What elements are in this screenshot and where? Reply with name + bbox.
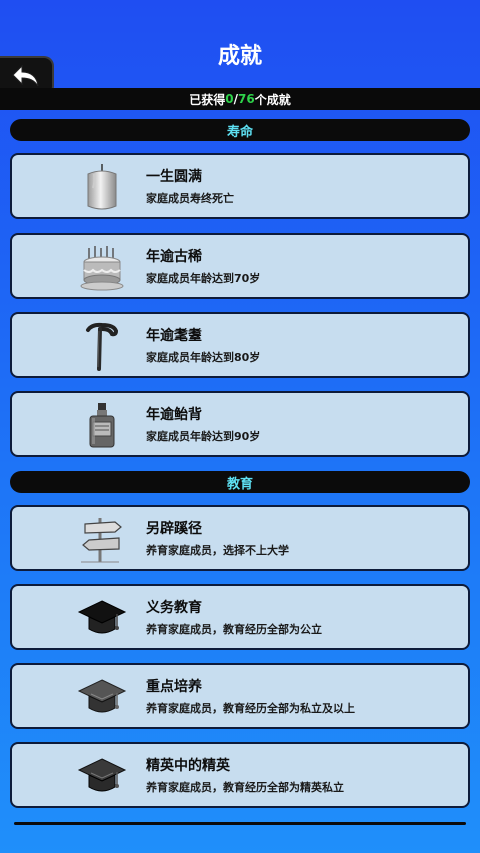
section-header-education: 教育 <box>10 471 470 493</box>
achievement-desc: 家庭成员年龄达到90岁 <box>146 430 261 443</box>
achievement-desc: 养育家庭成员，教育经历全部为私立及以上 <box>146 702 355 715</box>
achievement-title: 义务教育 <box>146 600 202 616</box>
birthday-cake-icon <box>76 242 128 292</box>
graduation-cap-icon <box>76 672 128 722</box>
achievement-title: 一生圆满 <box>146 169 202 185</box>
progress-total: 76 <box>238 92 255 106</box>
achievement-card[interactable]: 年逾耄耋 家庭成员年龄达到80岁 <box>10 312 470 378</box>
achievement-desc: 养育家庭成员，选择不上大学 <box>146 544 289 557</box>
achievement-title: 年逾古稀 <box>146 249 202 265</box>
section-title: 教育 <box>226 476 253 492</box>
progress-earned: 0 <box>225 92 234 106</box>
achievement-card[interactable]: 一生圆满 家庭成员寿终死亡 <box>10 153 470 219</box>
section-header-lifespan: 寿命 <box>10 119 470 141</box>
section-title: 寿命 <box>226 124 253 140</box>
bottle-icon <box>76 400 128 450</box>
achievement-card[interactable]: 年逾鲐背 家庭成员年龄达到90岁 <box>10 391 470 457</box>
graduation-cap-icon <box>76 593 128 643</box>
achievement-desc: 养育家庭成员，教育经历全部为精英私立 <box>146 781 344 794</box>
walking-cane-icon <box>76 321 128 371</box>
back-arrow-icon <box>12 64 39 87</box>
achievement-desc: 养育家庭成员，教育经历全部为公立 <box>146 623 322 636</box>
progress-suffix: 个成就 <box>254 92 291 107</box>
achievement-desc: 家庭成员年龄达到80岁 <box>146 351 261 364</box>
achievement-desc: 家庭成员寿终死亡 <box>146 192 234 205</box>
achievement-title: 另辟蹊径 <box>146 521 202 537</box>
graduation-cap-icon <box>76 751 128 801</box>
achievement-progress: 已获得 0/76 个成就 <box>0 88 480 110</box>
achievement-card[interactable]: 重点培养 养育家庭成员，教育经历全部为私立及以上 <box>10 663 470 729</box>
achievement-card[interactable]: 义务教育 养育家庭成员，教育经历全部为公立 <box>10 584 470 650</box>
achievement-title: 年逾鲐背 <box>146 407 202 423</box>
page-title: 成就 <box>217 44 262 69</box>
candle-icon <box>76 162 128 212</box>
list-divider <box>14 822 466 825</box>
achievement-title: 年逾耄耋 <box>146 328 202 344</box>
progress-prefix: 已获得 <box>189 92 226 107</box>
achievement-card[interactable]: 年逾古稀 家庭成员年龄达到70岁 <box>10 233 470 299</box>
achievement-card[interactable]: 另辟蹊径 养育家庭成员，选择不上大学 <box>10 505 470 571</box>
signpost-icon <box>76 514 128 564</box>
achievement-title: 重点培养 <box>146 679 202 695</box>
achievement-title: 精英中的精英 <box>146 758 230 774</box>
achievement-desc: 家庭成员年龄达到70岁 <box>146 272 261 285</box>
achievement-card[interactable]: 精英中的精英 养育家庭成员，教育经历全部为精英私立 <box>10 742 470 808</box>
